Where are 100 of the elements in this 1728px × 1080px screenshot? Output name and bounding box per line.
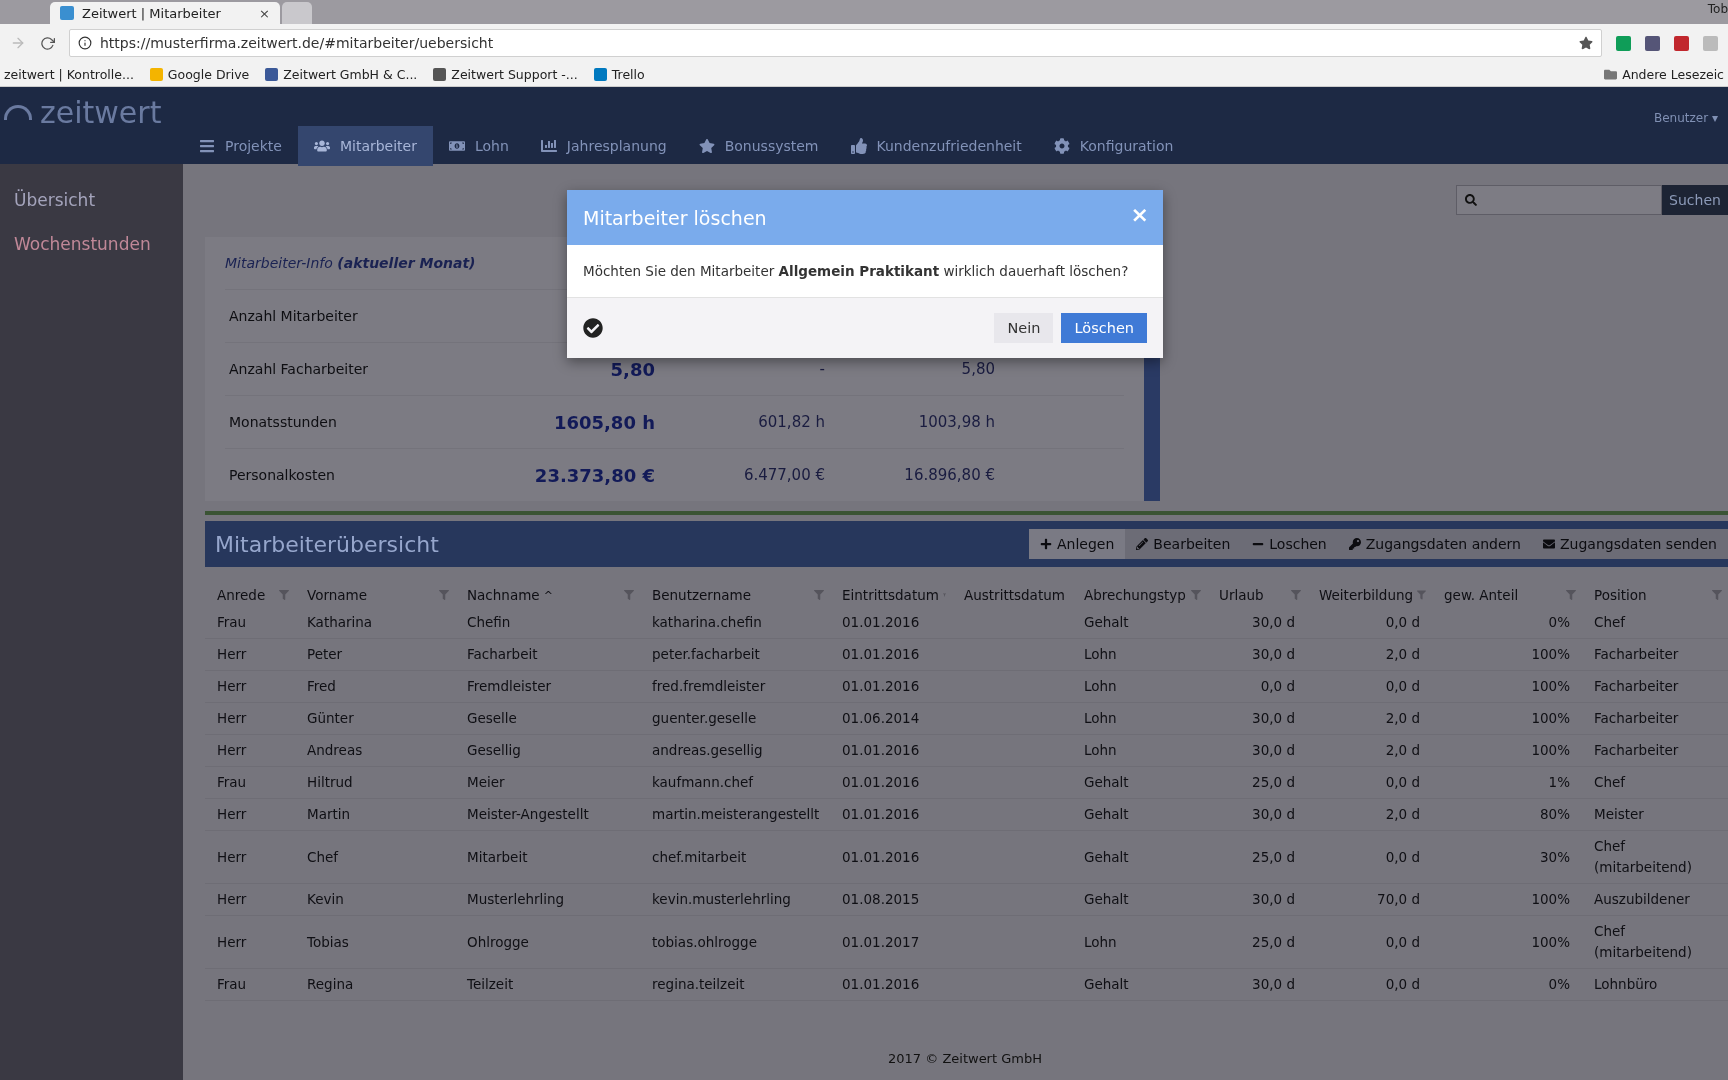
table-cell: Facharbeiter	[1582, 638, 1728, 671]
nav-tab[interactable]: Lohn	[433, 126, 525, 166]
filter-icon[interactable]	[1712, 590, 1722, 600]
search-field[interactable]	[1456, 185, 1662, 215]
column-header[interactable]: gew. Anteil	[1444, 587, 1519, 603]
nav-tab[interactable]: Projekte	[183, 126, 298, 166]
filter-icon[interactable]	[1191, 590, 1201, 600]
table-cell: Herr	[205, 798, 295, 831]
column-header[interactable]: Nachname	[467, 587, 540, 603]
table-cell: 25,0 d	[1207, 830, 1307, 884]
table-cell: Facharbeiter	[1582, 734, 1728, 767]
table-cell: 70,0 d	[1307, 883, 1432, 916]
column-header[interactable]: Abrechungstyp	[1084, 587, 1186, 603]
extension-icon[interactable]	[1645, 35, 1660, 51]
table-cell: Chef	[1582, 766, 1728, 799]
bookmark-favicon	[265, 67, 279, 81]
bookmark-star-icon[interactable]	[1579, 36, 1593, 50]
toolbar-button[interactable]: Zugangsdaten andern	[1337, 529, 1532, 559]
table-cell: 01.01.2016	[830, 607, 952, 639]
nav-tab[interactable]: Kundenzufriedenheit	[834, 126, 1038, 166]
table-cell: 100%	[1432, 883, 1582, 916]
bookmark-favicon	[593, 67, 607, 81]
filter-icon[interactable]	[1291, 590, 1301, 600]
table-cell: Facharbeit	[455, 638, 640, 671]
extension-icon[interactable]	[1616, 35, 1631, 51]
sort-caret-icon[interactable]: ^	[543, 588, 553, 602]
info-icon[interactable]	[78, 36, 92, 50]
bookmark[interactable]: Trello	[593, 66, 645, 82]
cancel-button[interactable]: Nein	[994, 313, 1054, 343]
bookmark[interactable]: Google Drive	[149, 66, 250, 82]
column-header[interactable]: Anrede	[217, 587, 266, 603]
bookmark-favicon	[149, 67, 163, 81]
info-label: Monatsstunden	[228, 414, 338, 430]
nav-tab[interactable]: Jahresplanung	[524, 126, 683, 166]
browser-tab[interactable]: Zeitwert | Mitarbeiter ×	[50, 2, 280, 24]
search-button[interactable]: Suchen	[1662, 185, 1728, 215]
filter-icon[interactable]	[624, 590, 634, 600]
sidebar-item[interactable]: Wochenstunden	[0, 222, 183, 266]
column-header[interactable]: Urlaub	[1219, 587, 1264, 603]
table-cell: Gehalt	[1072, 766, 1207, 799]
info-label: Anzahl Facharbeiter	[228, 361, 370, 377]
filter-icon[interactable]	[1417, 590, 1426, 600]
column-header[interactable]: Benutzername	[652, 587, 751, 603]
column-header[interactable]: Weiterbildung	[1319, 587, 1414, 603]
bookmark-folder[interactable]: Andere Lesezeic	[1604, 66, 1724, 82]
info-value: 601,82 h	[757, 413, 825, 431]
nav-tab[interactable]: Konfiguration	[1037, 126, 1190, 166]
close-button[interactable]: ×	[1130, 202, 1149, 227]
forward-icon[interactable]	[10, 35, 26, 51]
table-cell: Chef (mitarbeitend)	[1582, 830, 1728, 884]
filter-icon[interactable]	[1566, 590, 1576, 600]
table-cell: Teilzeit	[455, 968, 640, 1001]
column-header[interactable]: Position	[1594, 587, 1647, 603]
tab-title[interactable]: Zeitwert | Mitarbeiter	[82, 5, 221, 21]
toolbar-button[interactable]: Bearbeiten	[1125, 529, 1242, 559]
sidebar-item[interactable]: Übersicht	[0, 178, 183, 222]
table-cell: 100%	[1432, 734, 1582, 767]
table-cell: Frau	[205, 766, 295, 799]
toolbar-button[interactable]: Anlegen	[1029, 529, 1126, 559]
column-header[interactable]: Austrittsdatum	[964, 587, 1065, 603]
table-cell: Gehalt	[1072, 830, 1207, 884]
filter-icon[interactable]	[279, 590, 289, 600]
close-icon[interactable]: ×	[259, 5, 270, 21]
user-menu[interactable]: Benutzer ▾	[1654, 111, 1718, 125]
table-cell: Auszubildener	[1582, 883, 1728, 916]
shield-icon[interactable]	[1674, 35, 1689, 51]
table-cell: Lohn	[1072, 702, 1207, 735]
nav-tab[interactable]: Mitarbeiter	[297, 126, 433, 166]
table-cell: Lohn	[1072, 734, 1207, 767]
reload-icon[interactable]	[40, 35, 55, 51]
column-header[interactable]: Eintrittsdatum	[842, 587, 939, 603]
table-cell: Fred	[295, 670, 455, 703]
table-cell: 30,0 d	[1207, 798, 1307, 831]
bookmark[interactable]: zeitwert | Kontrolle...	[4, 66, 134, 82]
bookmark[interactable]: Zeitwert Support -...	[433, 66, 578, 82]
table-cell: Lohnbüro	[1582, 968, 1728, 1001]
profile-name[interactable]: Tob	[1707, 2, 1728, 16]
column-header[interactable]: Vorname	[307, 587, 368, 603]
table-cell: Hiltrud	[295, 766, 455, 799]
bookmark[interactable]: Zeitwert GmbH & C...	[265, 66, 418, 82]
address-bar[interactable]: https://musterfirma.zeitwert.de/#mitarbeiter/uebersicht	[69, 29, 1602, 57]
toolbar-button[interactable]: Zugangsdaten senden	[1531, 529, 1728, 559]
dialog-title: Mitarbeiter löschen	[583, 206, 767, 229]
browser-tab[interactable]	[282, 2, 312, 24]
url-text[interactable]: https://musterfirma.zeitwert.de/#mitarbeiter/uebersicht	[100, 35, 494, 51]
table-cell: Herr	[205, 638, 295, 671]
table-cell: Gehalt	[1072, 798, 1207, 831]
toolbar-button[interactable]: Loschen	[1241, 529, 1338, 559]
info-value: 16.896,80 €	[903, 466, 995, 484]
filter-icon[interactable]	[439, 590, 449, 600]
nav-tab[interactable]: Bonussystem	[682, 126, 835, 166]
table-cell: 0,0 d	[1307, 670, 1432, 703]
table-cell: Andreas	[295, 734, 455, 767]
table-cell: peter.facharbeit	[640, 638, 830, 671]
table-cell: 100%	[1432, 915, 1582, 969]
table-cell: Meister-Angestellt	[455, 798, 640, 831]
table-cell: 30,0 d	[1207, 968, 1307, 1001]
app-logo[interactable]: zeitwert	[4, 95, 162, 130]
confirm-button[interactable]: Löschen	[1061, 313, 1147, 343]
filter-icon[interactable]	[814, 590, 824, 600]
